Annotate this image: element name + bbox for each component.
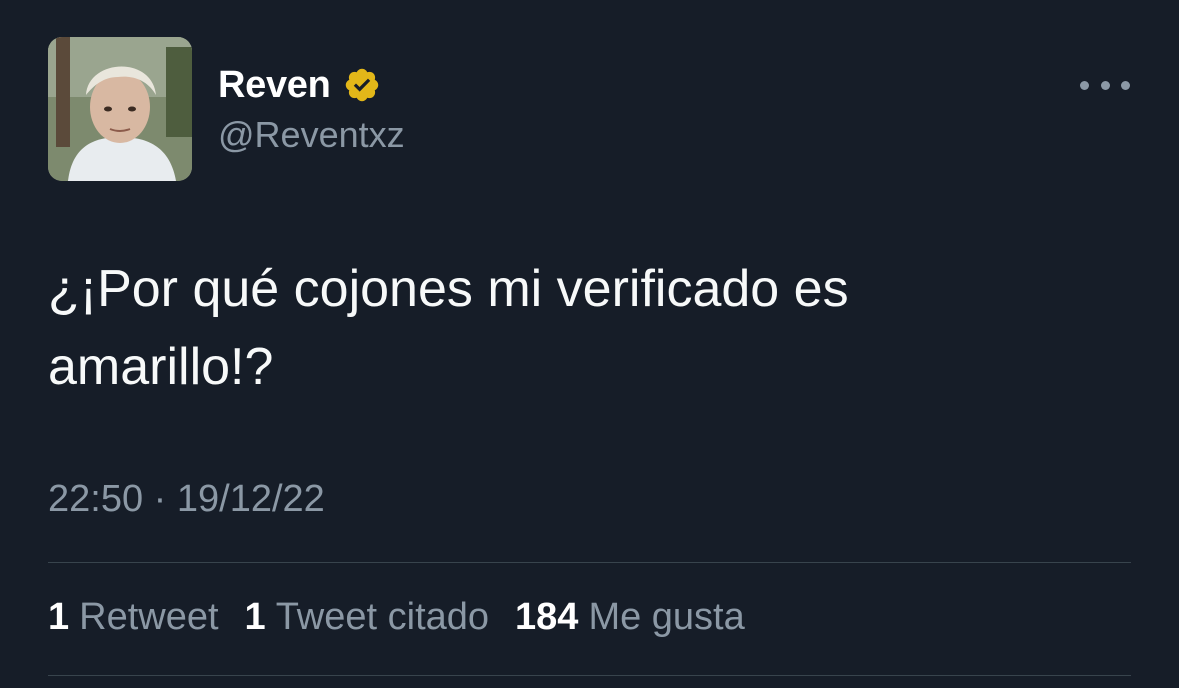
tweet-date: 19/12/22: [176, 478, 325, 520]
likes-count: 184: [515, 596, 579, 638]
user-handle[interactable]: @Reventxz: [218, 114, 405, 156]
retweets-stat[interactable]: 1 Retweet: [48, 596, 219, 639]
more-horizontal-icon[interactable]: [1080, 70, 1130, 100]
quotes-stat[interactable]: 1 Tweet citado: [245, 596, 489, 639]
retweets-label: Retweet: [79, 596, 219, 638]
quotes-count: 1: [244, 596, 266, 638]
meta-separator: ·: [153, 478, 167, 520]
avatar-image: [48, 37, 192, 181]
avatar[interactable]: [48, 37, 192, 181]
engagement-stats: 1 Retweet 1 Tweet citado 184 Me gusta: [48, 596, 745, 639]
divider: [48, 562, 1131, 563]
likes-label: Me gusta: [588, 596, 745, 638]
tweet-time: 22:50: [48, 478, 144, 520]
quotes-label: Tweet citado: [275, 596, 490, 638]
verified-badge-icon[interactable]: [343, 66, 381, 104]
tweet-timestamp[interactable]: 22:50 · 19/12/22: [48, 478, 325, 521]
retweets-count: 1: [48, 596, 70, 638]
tweet-card: Reven @Reventxz ¿¡Por qué cojones mi ver…: [0, 0, 1179, 688]
author-name-row: Reven: [218, 62, 381, 108]
divider: [48, 675, 1131, 676]
display-name[interactable]: Reven: [218, 64, 331, 107]
tweet-text: ¿¡Por qué cojones mi verificado es amari…: [48, 260, 849, 396]
likes-stat[interactable]: 184 Me gusta: [515, 596, 745, 639]
